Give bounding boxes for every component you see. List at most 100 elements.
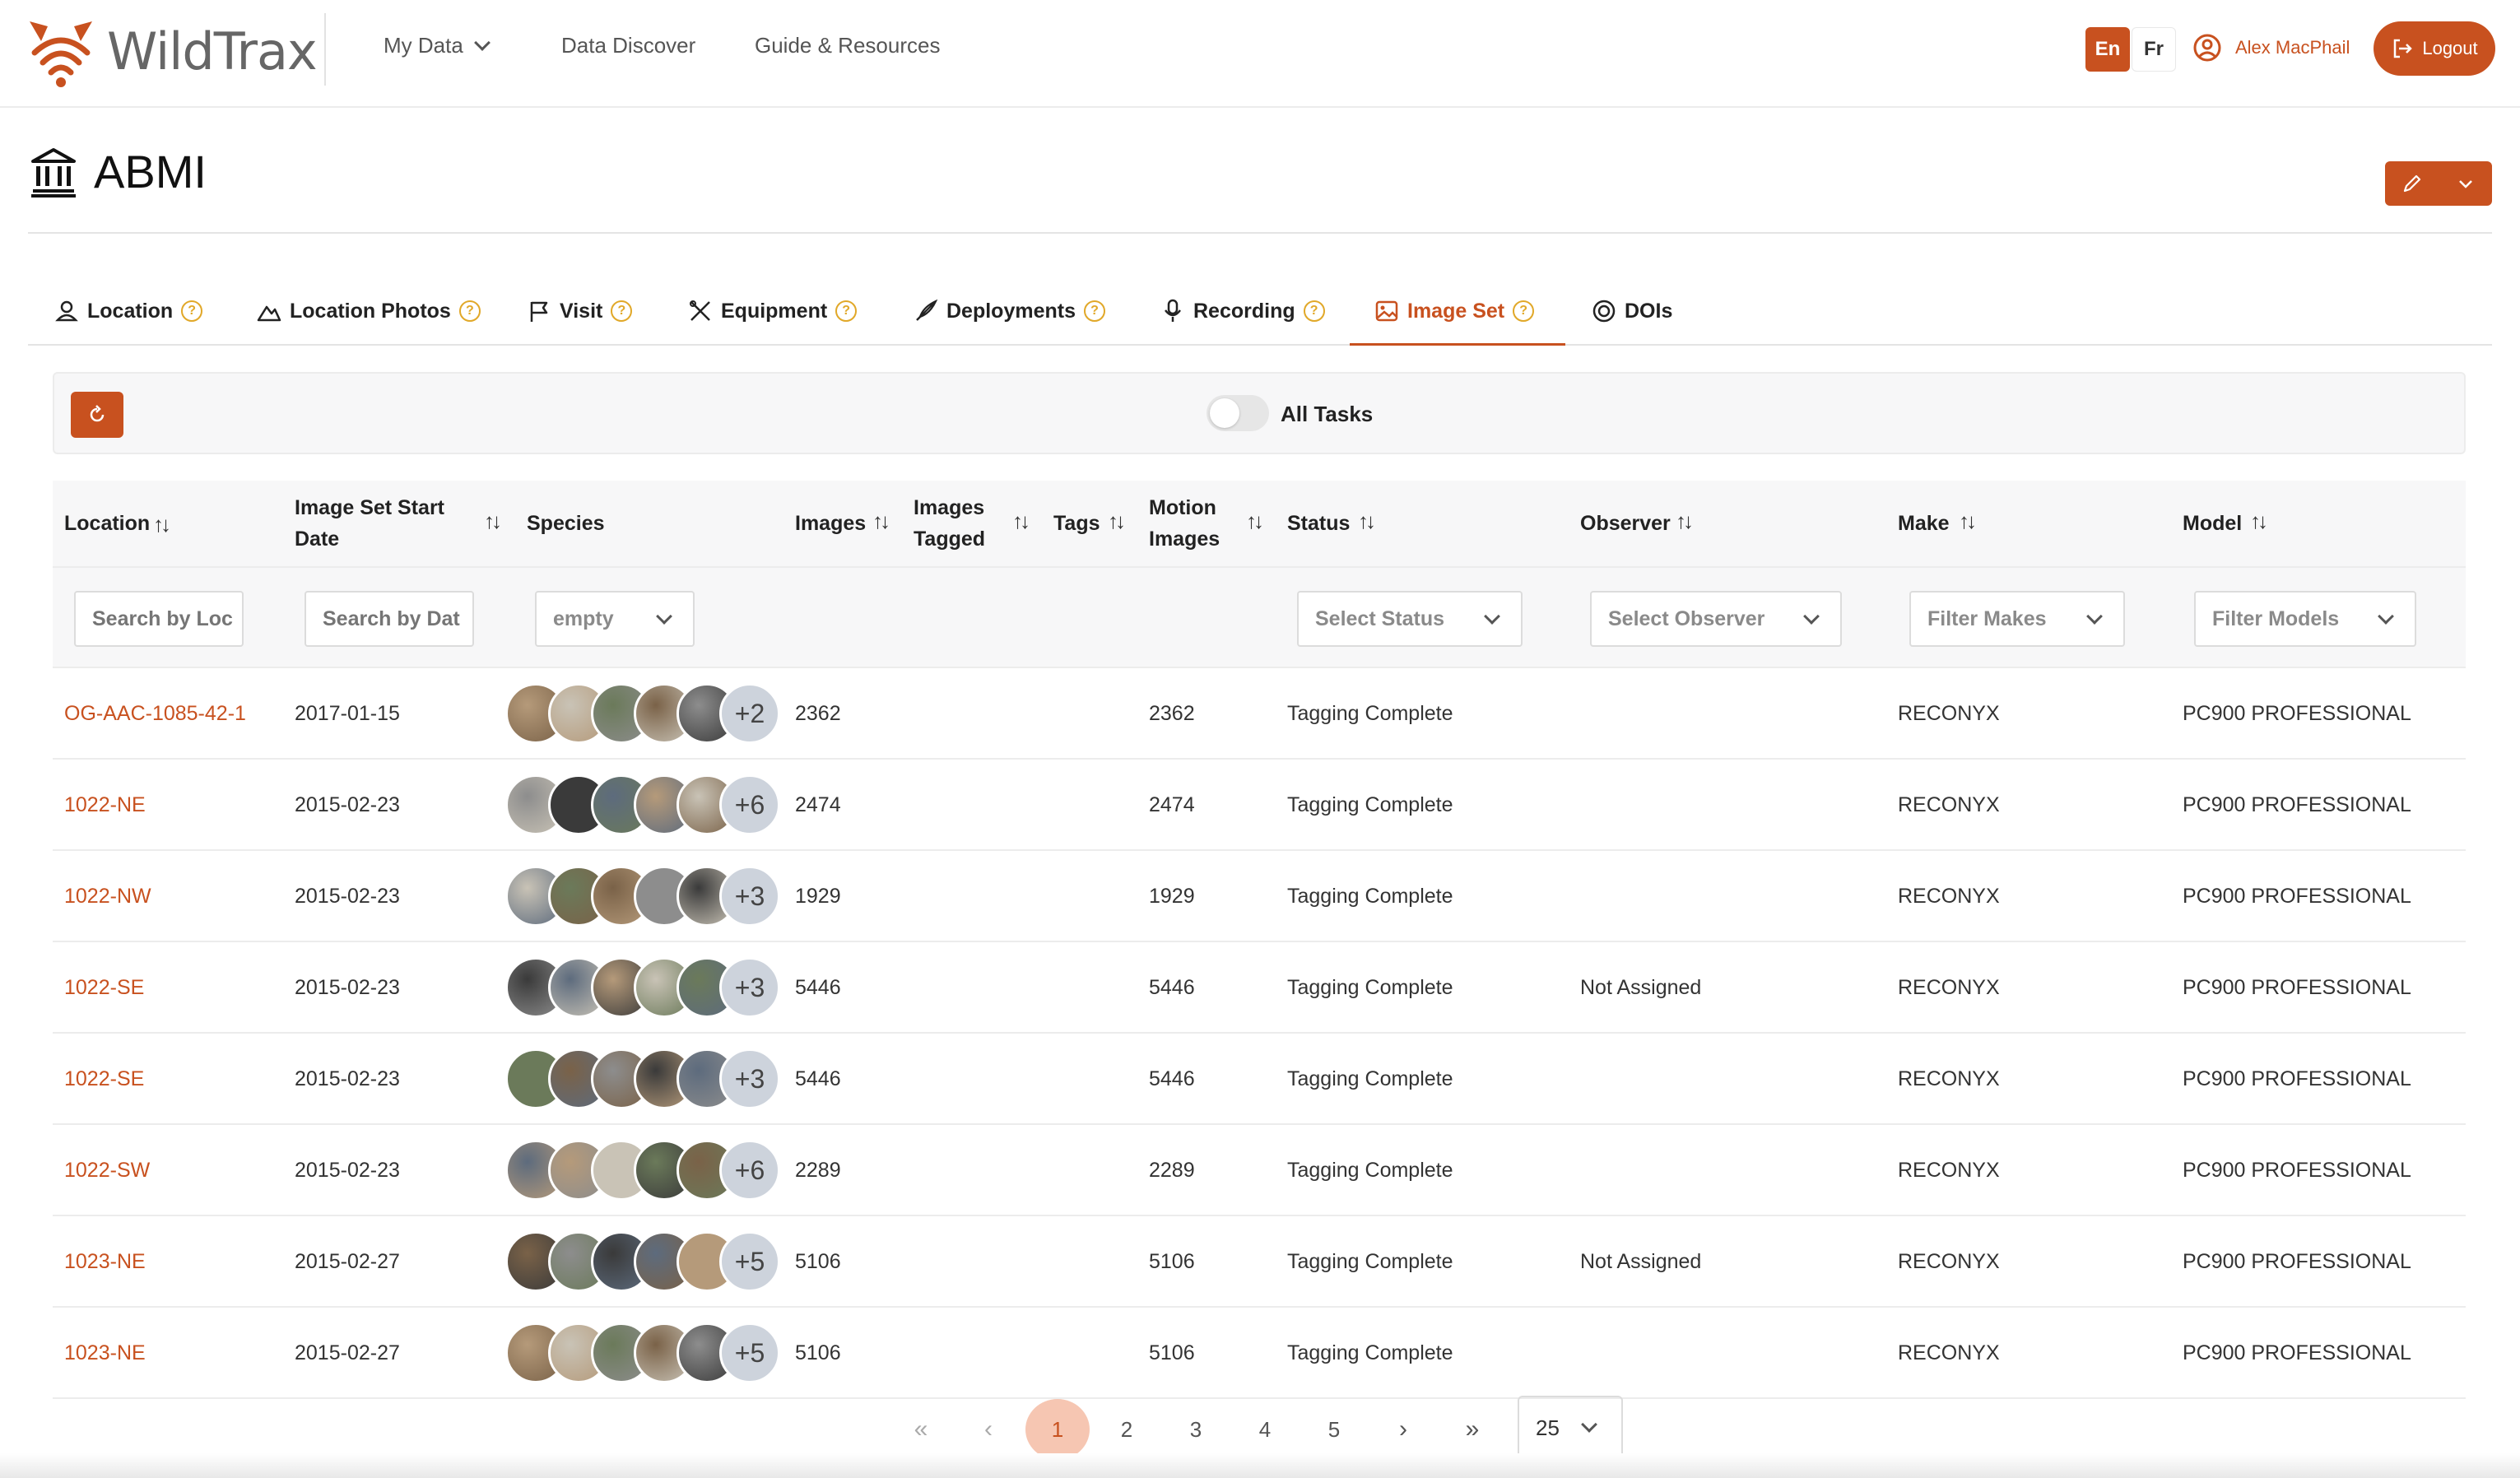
logout-button[interactable]: Logout: [2374, 21, 2495, 76]
tab-visit[interactable]: Visit ?: [527, 277, 633, 346]
start-date-cell: 2015-02-23: [295, 1159, 400, 1182]
location-link[interactable]: 1023-NE: [64, 1308, 146, 1399]
sort-icon[interactable]: ↑↓: [1676, 509, 1694, 534]
table-row[interactable]: 1022-NE 2015-02-23 2474 2474 Tagging Complet…: [53, 760, 2466, 851]
species-filter-select[interactable]: empty: [535, 591, 695, 647]
nav-data-discover[interactable]: Data Discover: [561, 33, 695, 58]
all-tasks-toggle[interactable]: [1207, 395, 1269, 431]
chevron-down-icon: [656, 608, 672, 625]
table-row[interactable]: 1022-NW 2015-02-23 1929 1929 Tagging Complet…: [53, 851, 2466, 942]
species-more-count[interactable]: +3: [719, 866, 780, 927]
species-more-count[interactable]: +2: [719, 683, 780, 744]
header-start-date[interactable]: Image Set Start Date: [295, 481, 444, 566]
model-cell: PC900 PROFESSIONAL: [2183, 793, 2411, 816]
wildtrax-logo[interactable]: WildTrax: [23, 12, 318, 91]
header-observer[interactable]: Observer: [1580, 481, 1671, 566]
sort-icon[interactable]: ↑↓: [1959, 509, 1977, 534]
page-4-button[interactable]: 4: [1233, 1399, 1297, 1460]
nav-my-data[interactable]: My Data: [384, 33, 491, 58]
model-cell: PC900 PROFESSIONAL: [2183, 702, 2411, 725]
species-more-count[interactable]: +5: [719, 1231, 780, 1292]
header-tags[interactable]: Tags: [1053, 481, 1100, 566]
sort-icon[interactable]: ↑↓: [1246, 509, 1264, 534]
tab-equipment[interactable]: Equipment ?: [688, 277, 858, 346]
tab-location-photos[interactable]: Location Photos ?: [257, 277, 481, 346]
help-icon[interactable]: ?: [458, 300, 481, 322]
help-icon[interactable]: ?: [611, 300, 633, 322]
header-location[interactable]: Location ↑↓: [64, 481, 171, 566]
edit-dropdown-button[interactable]: [2439, 161, 2492, 206]
tab-dois[interactable]: DOIs: [1592, 277, 1672, 346]
bottom-fade: [0, 1453, 2520, 1478]
header-make[interactable]: Make: [1898, 481, 1950, 566]
tab-image-set[interactable]: Image Set ?: [1374, 277, 1535, 346]
help-icon[interactable]: ?: [1513, 300, 1535, 322]
sort-icon[interactable]: ↑↓: [2250, 509, 2268, 534]
header-images[interactable]: Images: [795, 481, 866, 566]
table-row[interactable]: 1022-SE 2015-02-23 5446 5446 Tagging Complet…: [53, 942, 2466, 1034]
model-filter-select[interactable]: Filter Models: [2194, 591, 2416, 647]
tab-location[interactable]: Location ?: [54, 277, 203, 346]
table-row[interactable]: 1023-NE 2015-02-27 5106 5106 Tagging Complet…: [53, 1216, 2466, 1308]
table-row[interactable]: 1022-SW 2015-02-23 2289 2289 Tagging Complet…: [53, 1125, 2466, 1216]
header-images-tagged-line2: Tagged: [914, 528, 986, 551]
sort-icon[interactable]: ↑↓: [872, 509, 890, 534]
lang-en-button[interactable]: En: [2085, 27, 2130, 72]
first-page-button[interactable]: «: [889, 1399, 953, 1460]
active-tab-indicator: [1350, 343, 1565, 346]
make-cell: RECONYX: [1898, 1159, 2000, 1182]
date-search-input[interactable]: [305, 591, 474, 647]
lang-fr-button[interactable]: Fr: [2132, 27, 2176, 72]
next-page-button[interactable]: ›: [1371, 1399, 1435, 1460]
chevron-down-icon: [2086, 608, 2103, 625]
sort-icon[interactable]: ↑↓: [484, 509, 502, 534]
tab-deployments[interactable]: Deployments ?: [914, 277, 1105, 346]
prev-page-button[interactable]: ‹: [956, 1399, 1021, 1460]
sort-icon[interactable]: ↑↓: [1358, 509, 1376, 534]
table-row[interactable]: 1022-SE 2015-02-23 5446 5446 Tagging Complet…: [53, 1034, 2466, 1125]
location-link[interactable]: 1022-SE: [64, 942, 144, 1034]
location-search-input[interactable]: [74, 591, 244, 647]
sort-icon[interactable]: ↑↓: [153, 509, 171, 540]
page-2-button[interactable]: 2: [1095, 1399, 1159, 1460]
species-more-count[interactable]: +3: [719, 957, 780, 1018]
location-link[interactable]: 1022-SE: [64, 1034, 144, 1125]
header-model[interactable]: Model: [2183, 481, 2242, 566]
location-link[interactable]: OG-AAC-1085-42-1: [64, 668, 246, 760]
page-3-button[interactable]: 3: [1164, 1399, 1228, 1460]
location-link[interactable]: 1022-SW: [64, 1125, 150, 1216]
location-link[interactable]: 1023-NE: [64, 1216, 146, 1308]
species-more-count[interactable]: +5: [719, 1322, 780, 1383]
page-1-button[interactable]: 1: [1025, 1399, 1090, 1460]
help-icon[interactable]: ?: [835, 300, 858, 322]
table-row[interactable]: OG-AAC-1085-42-1 2017-01-15 2362 2362 Taggin…: [53, 668, 2466, 760]
table-row[interactable]: 1023-NE 2015-02-27 5106 5106 Tagging Complet…: [53, 1308, 2466, 1399]
location-link[interactable]: 1022-NE: [64, 760, 146, 851]
species-more-count[interactable]: +6: [719, 1140, 780, 1201]
header-images-tagged[interactable]: Images Tagged: [914, 481, 985, 566]
header-status[interactable]: Status: [1287, 481, 1350, 566]
edit-button[interactable]: [2385, 161, 2439, 206]
help-icon[interactable]: ?: [1083, 300, 1105, 322]
tab-recording[interactable]: Recording ?: [1160, 277, 1325, 346]
nav-guide-resources[interactable]: Guide & Resources: [755, 33, 940, 58]
sort-icon[interactable]: ↑↓: [1108, 509, 1126, 534]
refresh-button[interactable]: [71, 392, 123, 438]
last-page-button[interactable]: »: [1440, 1399, 1504, 1460]
header-motion-images[interactable]: Motion Images: [1149, 481, 1220, 566]
sort-icon[interactable]: ↑↓: [1012, 509, 1030, 534]
edit-menu-button[interactable]: [2385, 161, 2492, 206]
observer-filter-select[interactable]: Select Observer: [1590, 591, 1842, 647]
make-filter-select[interactable]: Filter Makes: [1909, 591, 2125, 647]
images-cell: 5106: [795, 1341, 841, 1364]
species-more-count[interactable]: +3: [719, 1048, 780, 1109]
per-page-select[interactable]: 25: [1518, 1396, 1623, 1460]
location-link[interactable]: 1022-NW: [64, 851, 151, 942]
help-icon[interactable]: ?: [1303, 300, 1325, 322]
page-5-button[interactable]: 5: [1302, 1399, 1366, 1460]
pagination: « ‹ 1 2 3 4 5 › » 25: [0, 1396, 2520, 1462]
user-menu[interactable]: Alex MacPhail: [2192, 33, 2350, 63]
species-more-count[interactable]: +6: [719, 774, 780, 835]
help-icon[interactable]: ?: [181, 300, 203, 322]
status-filter-select[interactable]: Select Status: [1297, 591, 1523, 647]
